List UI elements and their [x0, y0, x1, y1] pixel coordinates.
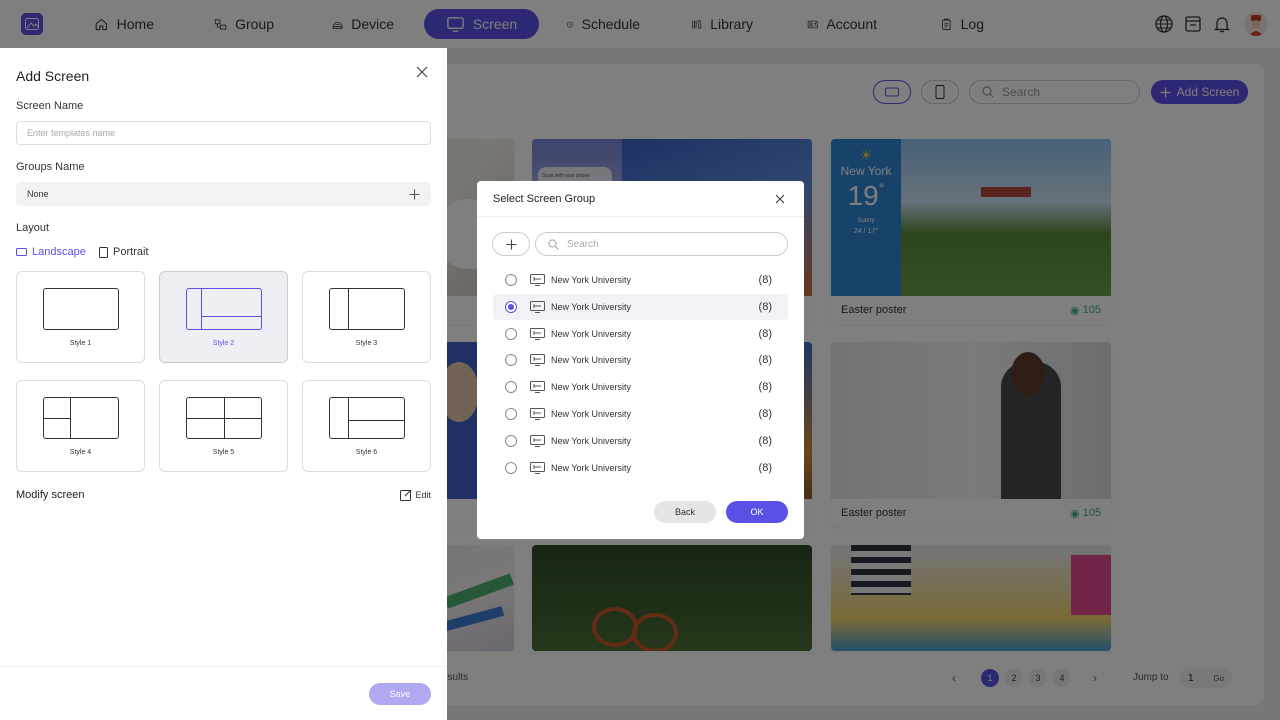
edit-button[interactable]: Edit	[400, 489, 431, 501]
group-name: New York University	[551, 382, 632, 393]
layout-preview	[329, 397, 405, 439]
screen-group-icon	[530, 408, 545, 420]
group-name: New York University	[551, 301, 632, 312]
group-row[interactable]: New York University (8)	[493, 293, 788, 320]
group-row[interactable]: New York University (8)	[493, 374, 788, 400]
radio-button[interactable]	[505, 354, 517, 367]
style-caption: Style 6	[355, 449, 378, 456]
back-button[interactable]: Back	[654, 501, 716, 523]
layout-style-4[interactable]: Style 4	[16, 380, 145, 472]
add-group-button[interactable]	[492, 232, 530, 256]
screen-group-icon	[530, 354, 545, 367]
group-count: (8)	[758, 434, 772, 447]
modal-header: Select Screen Group	[477, 181, 804, 217]
style-caption: Style 4	[69, 449, 92, 456]
style-caption: Style 1	[69, 340, 92, 347]
radio-button[interactable]	[505, 327, 517, 340]
layout-style-3[interactable]: Style 3	[302, 271, 431, 363]
group-row[interactable]: New York University (8)	[493, 428, 788, 454]
layout-label: Layout	[16, 222, 50, 234]
style-caption: Style 2	[212, 340, 235, 347]
group-count: (8)	[758, 461, 772, 474]
group-count: (8)	[758, 327, 772, 340]
landscape-option[interactable]: Landscape	[16, 246, 86, 258]
style-caption: Style 3	[355, 340, 378, 347]
layout-style-1[interactable]: Style 1	[16, 271, 145, 363]
group-search-placeholder: Search	[567, 238, 599, 250]
portrait-icon	[99, 246, 108, 258]
group-row[interactable]: New York University (8)	[493, 347, 788, 373]
layout-style-5[interactable]: Style 5	[159, 380, 288, 472]
radio-button[interactable]	[505, 381, 517, 394]
edit-label: Edit	[415, 490, 431, 500]
group-count: (8)	[758, 300, 772, 313]
search-icon	[548, 238, 559, 250]
modify-screen-row: Modify screen Edit	[16, 489, 431, 501]
screen-group-icon	[530, 274, 545, 286]
ok-button[interactable]: OK	[726, 501, 788, 523]
group-search-input[interactable]: Search	[535, 232, 788, 256]
screen-name-field[interactable]: Enter templates name	[16, 121, 431, 145]
group-count: (8)	[758, 274, 772, 286]
layout-style-6[interactable]: Style 6	[302, 380, 431, 472]
portrait-option[interactable]: Portrait	[99, 246, 148, 258]
group-row[interactable]: New York University (8)	[493, 267, 788, 293]
portrait-label: Portrait	[113, 246, 149, 258]
screen-name-label: Screen Name	[16, 100, 84, 112]
close-icon[interactable]	[775, 194, 785, 204]
group-name: New York University	[551, 328, 632, 339]
groups-name-value: None	[27, 189, 49, 199]
close-icon[interactable]	[416, 66, 428, 78]
layout-preview	[43, 288, 119, 330]
group-name: New York University	[551, 355, 632, 366]
layout-preview	[43, 397, 119, 439]
radio-button[interactable]	[505, 461, 517, 474]
plus-icon	[506, 239, 516, 249]
select-screen-group-modal: Select Screen Group Search New York Univ…	[477, 181, 804, 539]
landscape-label: Landscape	[32, 246, 86, 258]
layout-preview	[186, 397, 262, 439]
radio-button[interactable]	[505, 408, 517, 420]
style-caption: Style 5	[212, 449, 235, 456]
group-name: New York University	[551, 435, 632, 446]
group-count: (8)	[758, 354, 772, 367]
screen-group-icon	[530, 327, 545, 340]
screen-group-icon	[530, 461, 545, 474]
layout-preview	[186, 288, 262, 330]
modal-title: Select Screen Group	[493, 192, 596, 205]
radio-button[interactable]	[505, 274, 517, 286]
screen-name-placeholder: Enter templates name	[27, 128, 116, 138]
screen-group-icon	[530, 434, 545, 447]
landscape-icon	[16, 248, 27, 256]
save-button[interactable]: Save	[369, 683, 431, 705]
add-screen-drawer: Add Screen Screen Name Enter templates n…	[0, 48, 447, 720]
drawer-title: Add Screen	[16, 68, 90, 84]
group-row[interactable]: New York University (8)	[493, 455, 788, 481]
layout-preview	[329, 288, 405, 330]
modify-screen-label: Modify screen	[16, 489, 85, 501]
group-count: (8)	[758, 408, 772, 420]
group-name: New York University	[551, 275, 632, 285]
layout-style-2[interactable]: Style 2	[159, 271, 288, 363]
edit-icon	[400, 489, 412, 501]
screen-group-icon	[530, 300, 545, 313]
group-row[interactable]: New York University (8)	[493, 401, 788, 427]
screen-group-icon	[530, 381, 545, 394]
group-name: New York University	[551, 409, 632, 419]
groups-name-field[interactable]: None	[16, 182, 431, 206]
group-name: New York University	[551, 462, 632, 473]
group-row[interactable]: New York University (8)	[493, 321, 788, 347]
radio-button[interactable]	[505, 300, 517, 313]
group-count: (8)	[758, 381, 772, 394]
groups-name-label: Groups Name	[16, 161, 85, 173]
radio-button[interactable]	[505, 434, 517, 447]
plus-icon[interactable]	[409, 189, 420, 200]
